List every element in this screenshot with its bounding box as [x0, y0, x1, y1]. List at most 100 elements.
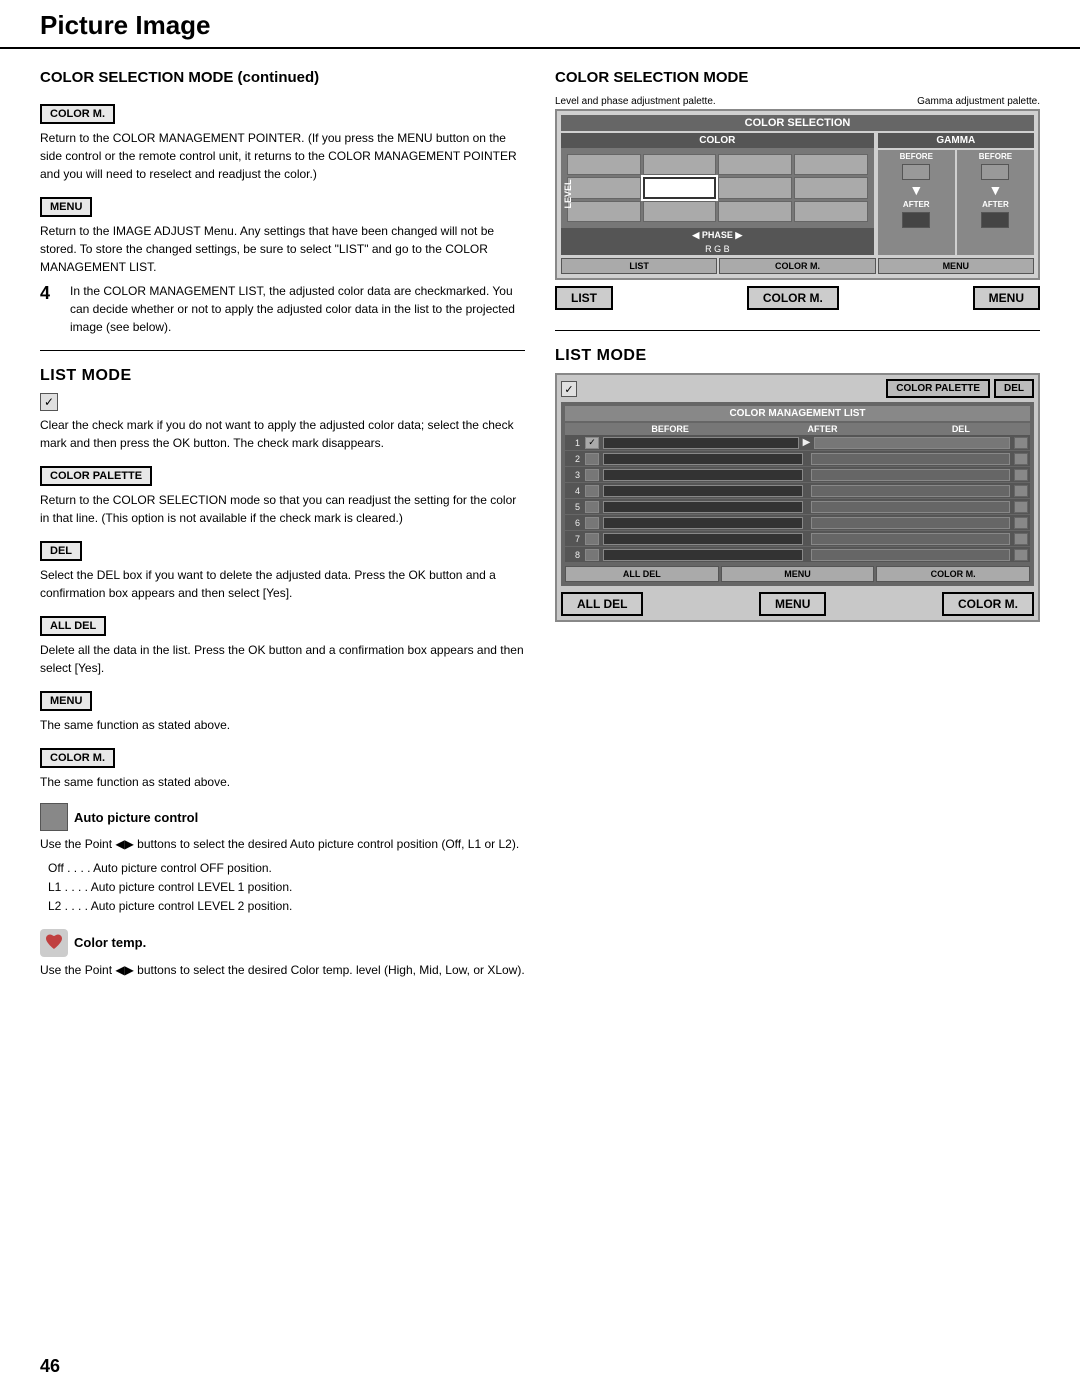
- grid-cell-1: [567, 154, 641, 175]
- list-check-8[interactable]: [585, 549, 599, 561]
- diagram-box: COLOR SELECTION COLOR: [555, 109, 1040, 280]
- arrow-down-2: ▼: [989, 183, 1003, 197]
- big-btn-menu2[interactable]: MENU: [759, 592, 826, 616]
- page-footer: 46: [40, 1356, 60, 1377]
- list-num-2: 2: [565, 454, 583, 464]
- list-check-3[interactable]: [585, 469, 599, 481]
- label-right: Gamma adjustment palette.: [917, 96, 1040, 107]
- list-mode-title-right: LIST MODE: [555, 347, 1040, 365]
- list-btn-color-m[interactable]: COLOR M.: [876, 566, 1030, 582]
- after-label-color: AFTER: [903, 200, 930, 209]
- list-del-2[interactable]: [1014, 453, 1028, 465]
- list-del-4[interactable]: [1014, 485, 1028, 497]
- content-area: COLOR SELECTION MODE (continued) COLOR M…: [0, 49, 1080, 1005]
- left-section-title: COLOR SELECTION MODE (continued): [40, 69, 525, 86]
- col-after: AFTER: [753, 424, 891, 434]
- list-after-7: [811, 533, 1011, 545]
- color-m2-text: The same function as stated above.: [40, 773, 525, 791]
- color-m2-badge[interactable]: COLOR M.: [40, 748, 115, 768]
- list-after-6: [811, 517, 1011, 529]
- color-temp-row: Color temp.: [40, 929, 525, 957]
- list-row: 5: [565, 499, 1030, 515]
- diagram-inner-title: COLOR SELECTION: [561, 115, 1034, 131]
- del-badge-right[interactable]: DEL: [994, 379, 1034, 398]
- list-check-6[interactable]: [585, 517, 599, 529]
- list-before-3: [603, 469, 803, 481]
- grid-cell-5: [567, 177, 641, 198]
- numbered-4-text: In the COLOR MANAGEMENT LIST, the adjust…: [70, 282, 525, 336]
- list-del-5[interactable]: [1014, 501, 1028, 513]
- grid-cell-3: [718, 154, 792, 175]
- grid-cell-10: [643, 201, 717, 222]
- big-btn-color-m[interactable]: COLOR M.: [747, 286, 839, 310]
- list-top-btn-row: ✓ COLOR PALETTE DEL: [561, 379, 1034, 398]
- check-area: ✓: [561, 379, 577, 398]
- grid-cell-12: [794, 201, 868, 222]
- list-row: 1 ✓ ▶: [565, 435, 1030, 451]
- big-btn-menu[interactable]: MENU: [973, 286, 1040, 310]
- left-column: COLOR SELECTION MODE (continued) COLOR M…: [40, 69, 525, 985]
- grid-cell-2: [643, 154, 717, 175]
- list-row: 7: [565, 531, 1030, 547]
- right-section-title: COLOR SELECTION MODE: [555, 69, 1040, 86]
- auto-l2: L2 . . . . Auto picture control LEVEL 2 …: [48, 897, 525, 916]
- big-btn-color-m2[interactable]: COLOR M.: [942, 592, 1034, 616]
- rgb-label: R G B: [561, 243, 874, 255]
- big-btn-all-del[interactable]: ALL DEL: [561, 592, 643, 616]
- auto-picture-sublist: Off . . . . Auto picture control OFF pos…: [48, 859, 525, 917]
- menu-badge[interactable]: MENU: [40, 197, 92, 217]
- list-check-2[interactable]: [585, 453, 599, 465]
- list-num-1: 1: [565, 438, 583, 448]
- list-before-8: [603, 549, 803, 561]
- list-num-8: 8: [565, 550, 583, 560]
- color-panel-title: COLOR: [561, 133, 874, 148]
- menu2-text: The same function as stated above.: [40, 716, 525, 734]
- check-icon-left: ✓: [40, 393, 58, 411]
- menu2-badge[interactable]: MENU: [40, 691, 92, 711]
- list-after-4: [811, 485, 1011, 497]
- gamma-panel: GAMMA BEFORE ▼ AFTER: [878, 133, 1034, 255]
- grid-cell-4: [794, 154, 868, 175]
- all-del-badge[interactable]: ALL DEL: [40, 616, 106, 636]
- list-table-title: COLOR MANAGEMENT LIST: [565, 406, 1030, 421]
- list-del-7[interactable]: [1014, 533, 1028, 545]
- del-badge[interactable]: DEL: [40, 541, 82, 561]
- divider-1: [40, 350, 525, 351]
- list-check-icon: ✓: [561, 381, 577, 397]
- list-row: 8: [565, 547, 1030, 563]
- list-check-4[interactable]: [585, 485, 599, 497]
- color-before-after: BEFORE ▼ AFTER: [878, 150, 955, 255]
- grid-cell-selected: [643, 177, 717, 198]
- before-label-color: BEFORE: [900, 152, 933, 161]
- list-del-8[interactable]: [1014, 549, 1028, 561]
- list-check-5[interactable]: [585, 501, 599, 513]
- list-del-6[interactable]: [1014, 517, 1028, 529]
- diag-btn-color-m[interactable]: COLOR M.: [719, 258, 875, 274]
- list-big-btn-row: ALL DEL MENU COLOR M.: [561, 592, 1034, 616]
- list-del-1[interactable]: [1014, 437, 1028, 449]
- diag-btn-menu[interactable]: MENU: [878, 258, 1034, 274]
- auto-off: Off . . . . Auto picture control OFF pos…: [48, 859, 525, 878]
- label-left: Level and phase adjustment palette.: [555, 96, 716, 107]
- list-check-1[interactable]: ✓: [585, 437, 599, 449]
- list-del-3[interactable]: [1014, 469, 1028, 481]
- list-before-6: [603, 517, 803, 529]
- big-btn-list[interactable]: LIST: [555, 286, 613, 310]
- list-check-7[interactable]: [585, 533, 599, 545]
- col-del: DEL: [892, 424, 1030, 434]
- list-after-1: [814, 437, 1010, 449]
- list-btn-menu[interactable]: MENU: [721, 566, 875, 582]
- color-palette-badge-left[interactable]: COLOR PALETTE: [40, 466, 152, 486]
- color-palette-badge-right[interactable]: COLOR PALETTE: [886, 379, 990, 398]
- diagram-big-btns: LIST COLOR M. MENU: [555, 286, 1040, 310]
- after-swatch: [902, 212, 930, 228]
- color-temp-text: Use the Point ◀▶ buttons to select the d…: [40, 961, 525, 979]
- diag-btn-list[interactable]: LIST: [561, 258, 717, 274]
- color-m-badge[interactable]: COLOR M.: [40, 104, 115, 124]
- list-arrow-1: ▶: [801, 437, 813, 448]
- list-diagram-box: ✓ COLOR PALETTE DEL COLOR MANAGEMENT LIS…: [555, 373, 1040, 622]
- list-btn-all-del[interactable]: ALL DEL: [565, 566, 719, 582]
- diagram-two-col: COLOR: [561, 133, 1034, 255]
- list-row: 2: [565, 451, 1030, 467]
- list-bottom-btns: ALL DEL MENU COLOR M.: [565, 566, 1030, 582]
